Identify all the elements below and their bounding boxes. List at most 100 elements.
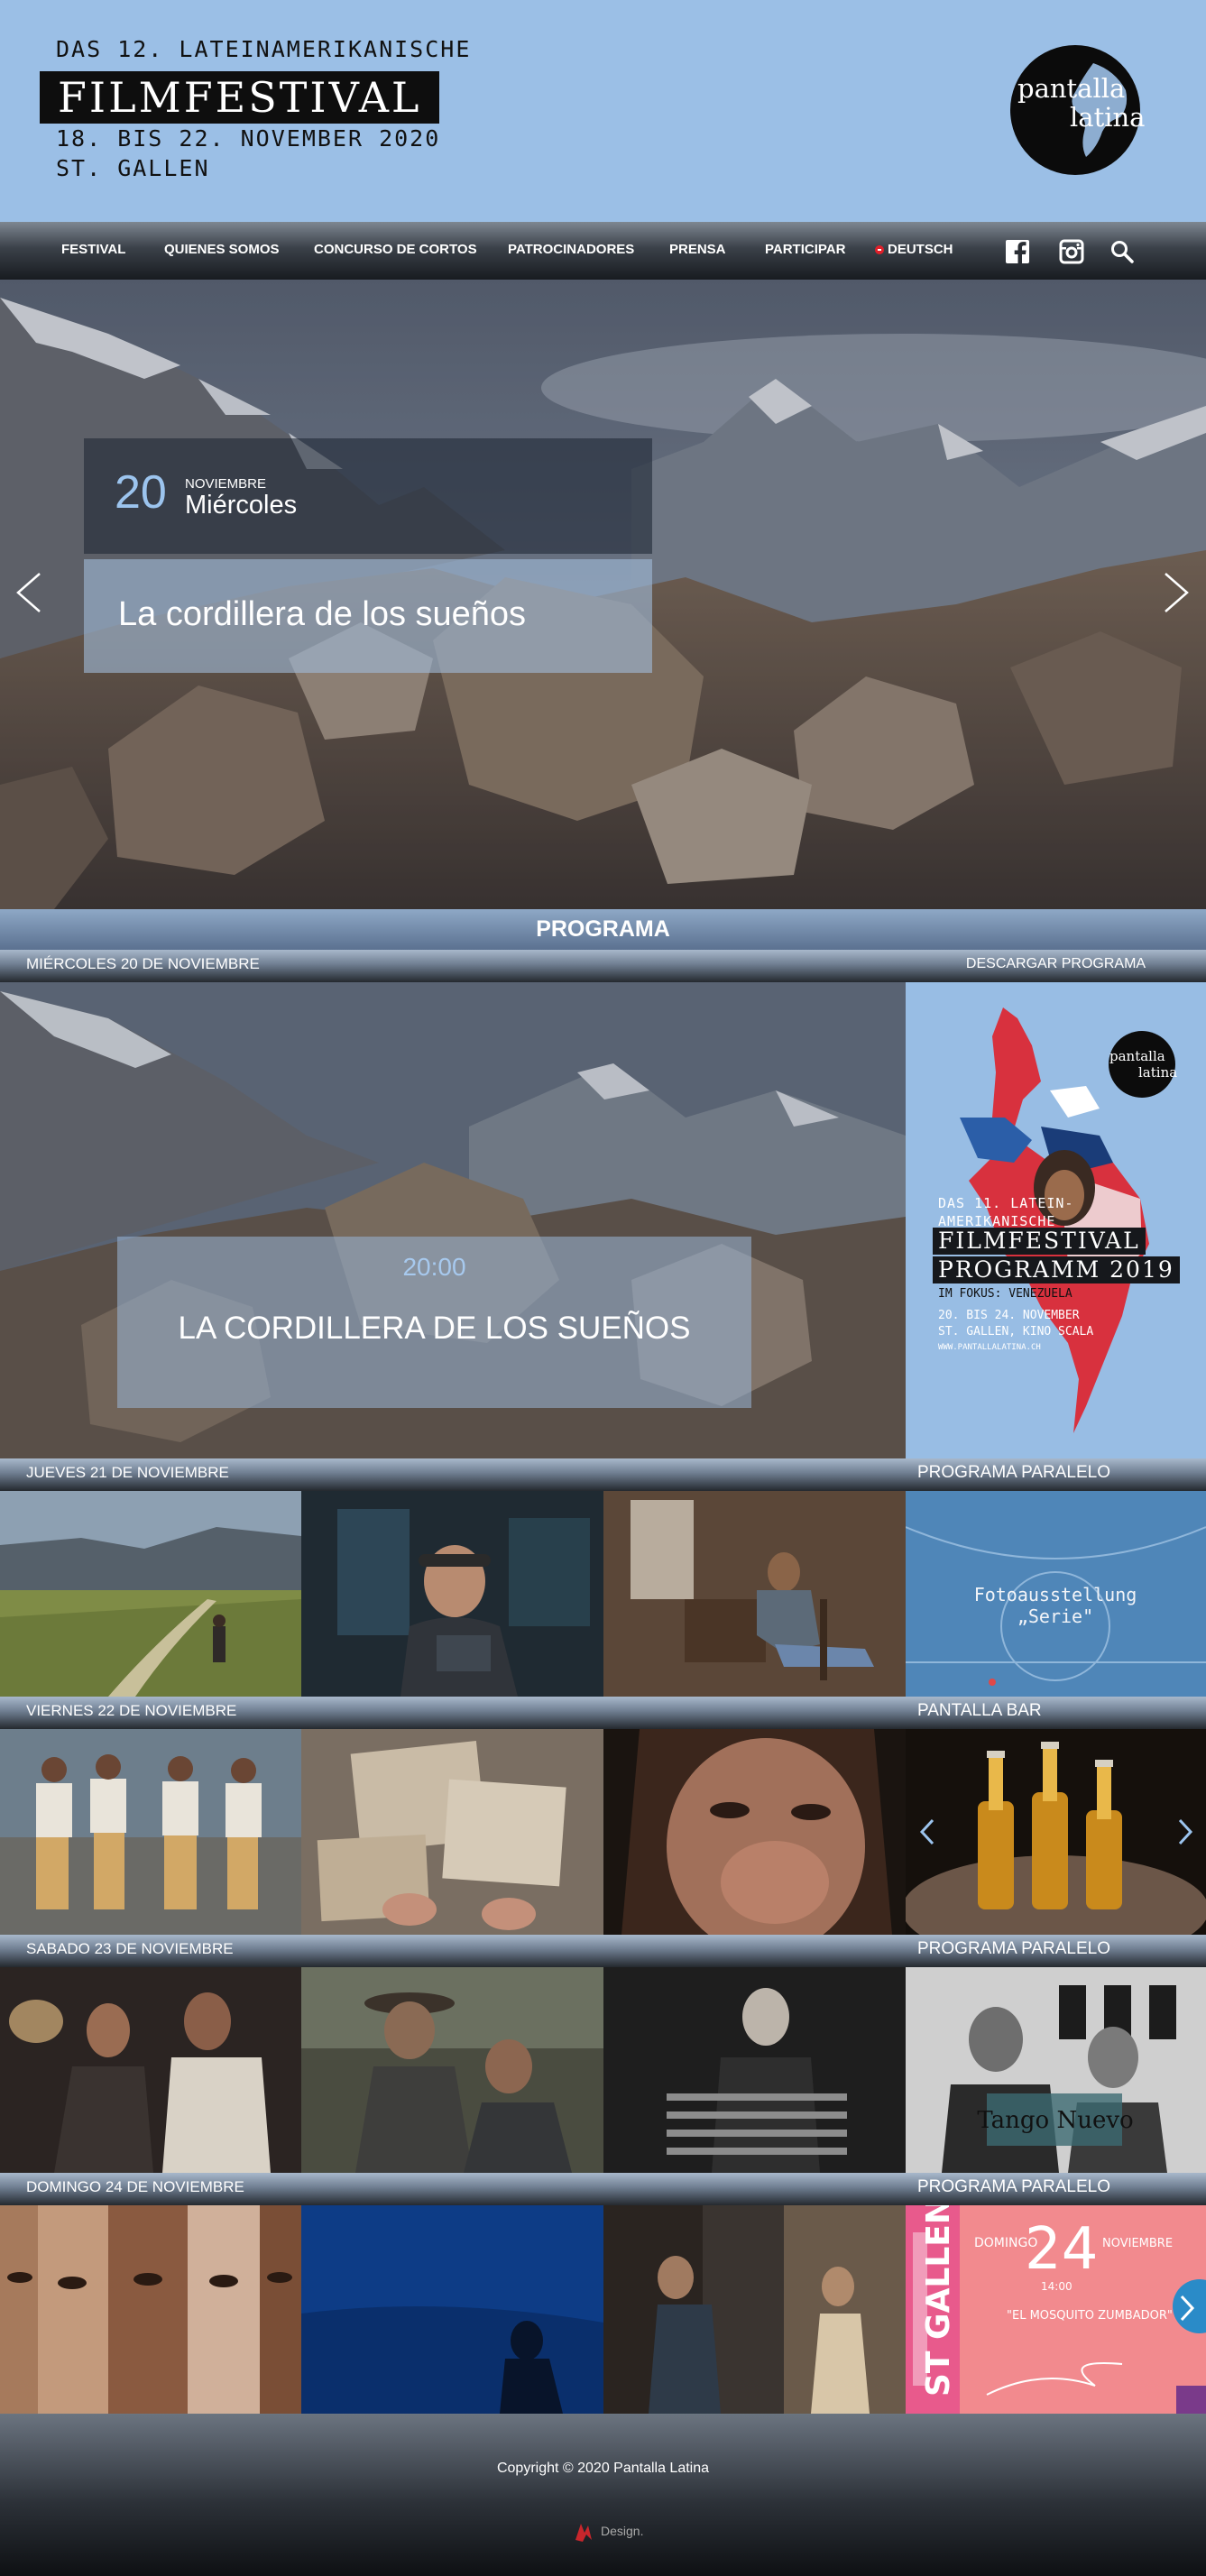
- main-nav: FESTIVAL QUIENES SOMOS CONCURSO DE CORTO…: [0, 222, 1206, 280]
- film-still-faces: [0, 2205, 301, 2414]
- film-still-room: [603, 1491, 906, 1697]
- side-caption-month: NOVIEMBRE: [1102, 2237, 1173, 2250]
- swiss-flag-icon: [875, 245, 884, 255]
- side-heading-saturday: PROGRAMA PARALELO: [906, 1935, 1206, 1967]
- poster-dates: 20. BIS 24. NOVEMBER: [938, 1309, 1080, 1322]
- program-poster[interactable]: pantalla latina DAS 11. LATEIN- AMERIKAN…: [906, 982, 1206, 1458]
- page: DAS 12. LATEINAMERIKANISCHE FILMFESTIVAL…: [0, 0, 1206, 2576]
- side-tile-photo-exhibition[interactable]: Fotoausstellung „Serie": [906, 1491, 1206, 1697]
- facebook-icon[interactable]: [1005, 239, 1030, 264]
- nav-item-patrocinadores[interactable]: PATROCINADORES: [508, 242, 634, 257]
- day-heading-thursday: JUEVES 21 DE NOVIEMBRE: [0, 1458, 906, 1491]
- side-caption-photo-2: „Serie": [1017, 1605, 1093, 1627]
- copyright-text: Copyright © 2020 Pantalla Latina: [496, 2461, 710, 2476]
- nav-item-participar[interactable]: PARTICIPAR: [765, 242, 845, 257]
- film-still-musician: [301, 1491, 603, 1697]
- film-tile[interactable]: [0, 2205, 301, 2414]
- design-studio-logo-icon: [575, 2524, 592, 2542]
- design-credit-label: Design.: [601, 2524, 644, 2538]
- film-still-forest: [301, 1967, 603, 2173]
- day-heading-wednesday: MIÉRCOLES 20 DE NOVIEMBRE: [0, 950, 906, 982]
- side-tile-pantalla-bar[interactable]: [906, 1729, 1206, 1935]
- slider-next-arrow-icon[interactable]: [1162, 570, 1192, 615]
- film-tile[interactable]: [603, 2205, 906, 2414]
- film-still-two-men: [0, 1967, 301, 2173]
- poster-focus: IM FOKUS: VENEZUELA: [938, 1287, 1073, 1301]
- nav-item-concurso-de-cortos[interactable]: CONCURSO DE CORTOS: [314, 242, 477, 257]
- film-still-accordion: [603, 1967, 906, 2173]
- film-tile[interactable]: [301, 1729, 603, 1935]
- film-still-landscape: [0, 1491, 301, 1697]
- logo-word-pantalla: pantalla: [1017, 73, 1125, 104]
- featured-time: 20:00: [402, 1253, 466, 1281]
- side-heading-sunday: PROGRAMA PARALELO: [906, 2173, 1206, 2205]
- hero-title[interactable]: La cordillera de los sueños: [118, 595, 526, 634]
- slider-prev-arrow-icon[interactable]: [13, 570, 43, 615]
- hero-day-number: 20: [115, 466, 167, 519]
- language-label: DEUTSCH: [888, 242, 953, 257]
- film-still-letters: [301, 1729, 603, 1935]
- nav-item-prensa[interactable]: PRENSA: [669, 242, 726, 257]
- court-image: Fotoausstellung „Serie": [906, 1491, 1206, 1697]
- carousel-prev-icon[interactable]: [918, 1817, 936, 1846]
- side-tile-st-gallen-poster[interactable]: ST GALLEN DOMINGO 24 NOVIEMBRE 14:00 "EL…: [906, 2205, 1206, 2414]
- film-tile[interactable]: [0, 1729, 301, 1935]
- poster-logo-word-pantalla: pantalla: [1109, 1048, 1165, 1064]
- hero-slider[interactable]: 20 NOVIEMBRE Miércoles La cordillera de …: [0, 280, 1206, 909]
- nav-item-festival[interactable]: FESTIVAL: [61, 242, 125, 257]
- side-caption-event: "EL MOSQUITO ZUMBADOR": [1007, 2309, 1173, 2323]
- side-tile-tango-nuevo[interactable]: Tango Nuevo: [906, 1967, 1206, 2173]
- poster-url: WWW.PANTALLALATINA.CH: [938, 1343, 1041, 1352]
- film-still-street: [603, 2205, 906, 2414]
- film-tile[interactable]: [301, 2205, 603, 2414]
- site-header: DAS 12. LATEINAMERIKANISCHE FILMFESTIVAL…: [0, 0, 1206, 222]
- film-tile[interactable]: [603, 1967, 906, 2173]
- film-still-face: [603, 1729, 906, 1935]
- day-heading-sunday: DOMINGO 24 DE NOVIEMBRE: [0, 2173, 906, 2205]
- festival-title[interactable]: FILMFESTIVAL: [40, 71, 440, 124]
- hero-weekday: Miércoles: [185, 491, 298, 520]
- poster-place: ST. GALLEN, KINO SCALA: [938, 1325, 1094, 1339]
- poster-logo: pantalla latina: [1109, 1031, 1177, 1098]
- side-caption-st-gallen: ST GALLEN: [920, 2205, 957, 2397]
- poster-line-1: DAS 11. LATEIN-: [938, 1195, 1074, 1211]
- search-icon[interactable]: [1109, 239, 1135, 264]
- carousel-next-icon[interactable]: [1178, 2294, 1196, 2323]
- film-tile[interactable]: [301, 1491, 603, 1697]
- poster-logo-word-latina: latina: [1138, 1064, 1177, 1081]
- festival-edition: DAS 12. LATEINAMERIKANISCHE: [56, 36, 472, 62]
- film-tile[interactable]: [603, 1491, 906, 1697]
- side-caption-day: 24: [1025, 2216, 1098, 2283]
- side-heading-thursday: PROGRAMA PARALELO: [906, 1458, 1206, 1491]
- st-gallen-poster-image: ST GALLEN DOMINGO 24 NOVIEMBRE 14:00 "EL…: [906, 2205, 1206, 2414]
- beer-bottles-image: [906, 1729, 1206, 1935]
- film-tile[interactable]: [0, 1491, 301, 1697]
- festival-dates: 18. BIS 22. NOVEMBER 2020: [56, 125, 441, 152]
- side-caption-tango: Tango Nuevo: [977, 2107, 1133, 2134]
- side-caption-photo-1: Fotoausstellung: [974, 1584, 1137, 1605]
- logo-word-latina: latina: [1070, 102, 1145, 133]
- film-still-blue-water: [301, 2205, 603, 2414]
- poster-box-2: PROGRAMM 2019: [933, 1256, 1180, 1283]
- instagram-icon[interactable]: [1059, 239, 1084, 264]
- pantalla-latina-logo[interactable]: pantalla latina: [1007, 45, 1158, 175]
- featured-film-panel[interactable]: 20:00 LA CORDILLERA DE LOS SUEÑOS: [117, 1237, 751, 1408]
- featured-title[interactable]: LA CORDILLERA DE LOS SUEÑOS: [117, 1311, 751, 1347]
- site-footer: Copyright © 2020 Pantalla Latina Design.: [0, 2414, 1206, 2576]
- side-heading-friday: PANTALLA BAR: [906, 1697, 1206, 1729]
- poster-box-1: FILMFESTIVAL: [933, 1228, 1146, 1255]
- film-tile[interactable]: [301, 1967, 603, 2173]
- festival-city: ST. GALLEN: [56, 155, 210, 181]
- hero-title-panel[interactable]: La cordillera de los sueños: [84, 559, 652, 673]
- carousel-next-icon[interactable]: [1176, 1817, 1194, 1846]
- hero-month: NOVIEMBRE: [185, 476, 267, 492]
- hero-date-panel: 20 NOVIEMBRE Miércoles: [84, 438, 652, 554]
- film-still-couple: [0, 1729, 301, 1935]
- film-tile[interactable]: [0, 1967, 301, 2173]
- day-heading-friday: VIERNES 22 DE NOVIEMBRE: [0, 1697, 906, 1729]
- nav-item-quienes-somos[interactable]: QUIENES SOMOS: [164, 242, 280, 257]
- side-caption-time: 14:00: [1041, 2280, 1073, 2293]
- download-program-link[interactable]: DESCARGAR PROGRAMA: [906, 950, 1206, 982]
- language-switch[interactable]: DEUTSCH: [875, 242, 953, 257]
- film-tile[interactable]: [603, 1729, 906, 1935]
